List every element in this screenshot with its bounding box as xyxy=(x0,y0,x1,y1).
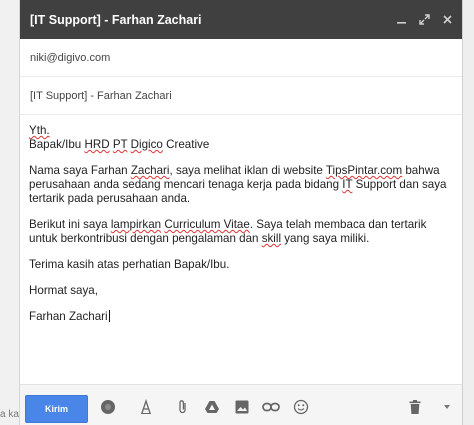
recipient-dept: HRD xyxy=(84,138,110,151)
intro-website: TipsPintar.com xyxy=(325,164,403,177)
text-format-icon[interactable] xyxy=(137,398,155,416)
send-button[interactable]: Kirim xyxy=(25,395,88,423)
drive-icon[interactable] xyxy=(203,398,221,416)
message-body[interactable]: Yth. Bapak/Ibu HRD PT Digico Creative Na… xyxy=(29,124,454,336)
photo-icon[interactable] xyxy=(233,398,251,416)
recipient-salutation: Bapak/Ibu xyxy=(29,138,82,151)
minimize-icon[interactable] xyxy=(394,13,408,27)
signature-name: Farhan Zachari xyxy=(29,310,108,323)
attach-verb: lampirkan xyxy=(110,218,162,231)
greeting-paragraph: Yth. Bapak/Ibu HRD PT Digico Creative xyxy=(29,124,454,152)
attach-text-3: yang saya miliki. xyxy=(281,232,370,245)
subject-value: [IT Support] - Farhan Zachari xyxy=(30,89,172,102)
emoji-icon[interactable] xyxy=(292,398,310,416)
popout-icon[interactable] xyxy=(417,13,431,27)
compose-title: [IT Support] - Farhan Zachari xyxy=(30,12,202,27)
text-cursor xyxy=(108,310,110,322)
compose-window: [IT Support] - Farhan Zachari niki@digiv… xyxy=(20,0,462,425)
to-field[interactable]: niki@digivo.com xyxy=(20,39,462,77)
intro-name: Zachari xyxy=(130,164,170,177)
trash-icon[interactable] xyxy=(406,398,424,416)
intro-paragraph: Nama saya Farhan Zachari, saya melihat i… xyxy=(29,164,454,206)
attach-icon[interactable] xyxy=(174,398,192,416)
closing-paragraph: Hormat saya, xyxy=(29,284,98,297)
formatting-icon[interactable] xyxy=(99,398,117,416)
background-panel-left: a ka xyxy=(0,0,20,425)
more-options-icon[interactable] xyxy=(438,398,456,416)
intro-text-2: , saya melihat iklan di website xyxy=(169,164,326,177)
window-controls xyxy=(394,13,462,27)
compose-toolbar: Kirim xyxy=(20,384,462,425)
close-icon[interactable] xyxy=(440,13,454,27)
recipient-company: Digico xyxy=(130,138,163,151)
intro-field: IT xyxy=(342,178,353,191)
recipient-company-prefix: PT xyxy=(112,138,128,151)
link-icon[interactable] xyxy=(262,398,280,416)
greeting-text: Yth. xyxy=(29,124,50,137)
recipient-company-suffix: Creative xyxy=(162,138,210,151)
background-panel-right xyxy=(462,0,474,425)
compose-titlebar[interactable]: [IT Support] - Farhan Zachari xyxy=(20,0,462,39)
intro-text-1: Nama saya Farhan xyxy=(29,164,131,177)
attach-cv: Curriculum Vitae xyxy=(164,218,250,231)
to-value: niki@digivo.com xyxy=(30,51,111,64)
attach-skill: skill xyxy=(261,232,282,245)
thanks-paragraph: Terima kasih atas perhatian Bapak/Ibu. xyxy=(29,258,230,271)
background-text: a ka xyxy=(0,409,19,420)
attachment-paragraph: Berikut ini saya lampirkan Curriculum Vi… xyxy=(29,218,454,246)
subject-field[interactable]: [IT Support] - Farhan Zachari xyxy=(20,77,462,115)
attach-text-1: Berikut ini saya xyxy=(29,218,111,231)
signature-paragraph: Farhan Zachari xyxy=(29,310,454,324)
